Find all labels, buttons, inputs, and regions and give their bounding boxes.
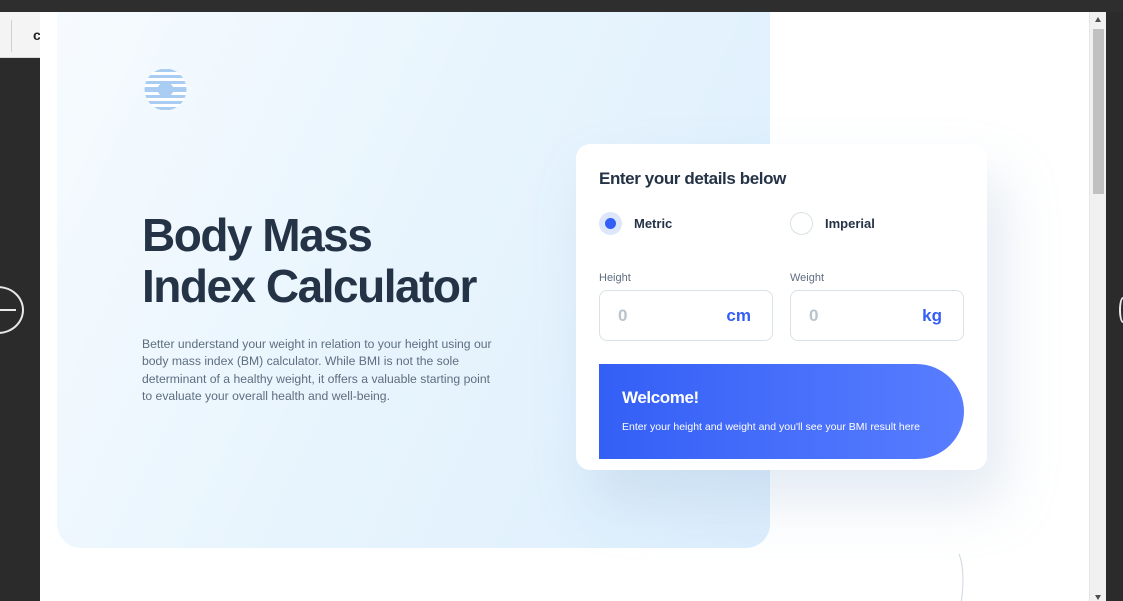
background-tab: c: [0, 12, 41, 58]
result-panel: Welcome! Enter your height and weight an…: [599, 364, 964, 459]
height-input[interactable]: [618, 305, 698, 326]
height-unit: cm: [726, 305, 751, 325]
metric-radio-dot[interactable]: [599, 211, 622, 235]
scrollbar-thumb[interactable]: [1093, 29, 1104, 194]
background-app-bar: [0, 0, 1123, 12]
hero-description: Better understand your weight in relatio…: [142, 337, 492, 403]
scroll-down-arrow-icon[interactable]: [1095, 595, 1101, 600]
weight-unit: kg: [922, 305, 942, 325]
height-label: Height: [599, 272, 631, 284]
imperial-radio[interactable]: Imperial: [790, 211, 875, 235]
height-field[interactable]: cm: [599, 290, 773, 341]
tab-separator: [11, 20, 12, 52]
vertical-scrollbar[interactable]: [1089, 12, 1106, 601]
zoom-out-icon[interactable]: [0, 286, 24, 334]
form-heading: Enter your details below: [599, 169, 786, 188]
imperial-radio-label: Imperial: [825, 215, 875, 231]
metric-radio-label: Metric: [634, 215, 673, 231]
weight-field[interactable]: kg: [790, 290, 964, 341]
title-line-1: Body Mass: [142, 209, 373, 261]
bmi-calculator-card: Enter your details below Metric Imperial…: [576, 144, 987, 470]
weight-input[interactable]: [809, 305, 889, 326]
metric-radio[interactable]: Metric: [599, 211, 672, 235]
weight-label: Weight: [790, 272, 825, 284]
right-edge-icon[interactable]: [1119, 297, 1123, 323]
result-title: Welcome!: [622, 388, 699, 407]
striped-globe-logo-icon: [144, 68, 187, 111]
decorative-curve: [958, 553, 964, 601]
preview-window: Body Mass Index Calculator Better unders…: [40, 12, 1106, 601]
title-line-2: Index Calculator: [142, 260, 477, 312]
page-title: Body Mass Index Calculator: [142, 210, 562, 312]
scroll-up-arrow-icon[interactable]: [1095, 17, 1101, 22]
imperial-radio-dot[interactable]: [790, 211, 813, 235]
result-body: Enter your height and weight and you'll …: [622, 421, 920, 433]
